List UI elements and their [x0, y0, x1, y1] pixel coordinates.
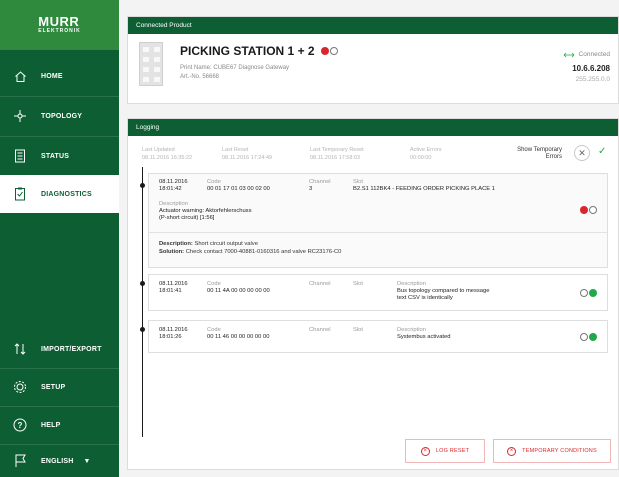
nav-label-topology: TOPOLOGY [41, 112, 83, 120]
entry-code: 00 01 17 01 03 00 02 00 [207, 186, 270, 192]
nav-label-diagnostics: DIAGNOSTICS [41, 190, 92, 198]
status-icon [13, 149, 27, 163]
main-content: Connected Product PICKING STATION 1 + 2 … [119, 0, 619, 477]
product-status-led [321, 47, 338, 55]
channel-label: Channel [309, 281, 331, 287]
subnet-mask: 255.255.0.0 [575, 76, 610, 83]
check-icon[interactable]: ✓ [598, 146, 606, 157]
timeline-dot [140, 183, 145, 188]
ok-status-led [580, 333, 597, 341]
language-label: ENGLISH [41, 457, 74, 465]
home-icon [13, 69, 27, 83]
entry-time: 18:01:26 [159, 334, 182, 340]
panel-header: Connected Product [128, 17, 618, 34]
log-entry[interactable]: 08.11.2016 18:01:41 Code 00 11 4A 00 00 … [148, 274, 608, 311]
help-icon: ? [13, 418, 27, 432]
import-export-icon [13, 342, 27, 356]
brand-logo: MURR ELEKTRONIK [0, 0, 119, 50]
gear-icon [13, 380, 27, 394]
entry-channel: 3 [309, 186, 313, 192]
stat-last-temporary-reset: Last Temporary Reset 08.11.2016 17:58:03 [310, 147, 364, 161]
timeline-dot [140, 327, 145, 332]
diagnostics-icon [13, 187, 27, 201]
nav-item-setup[interactable]: SETUP [0, 368, 119, 406]
stat-active-errors: Active Errors 00:00:00 [410, 147, 442, 161]
nav-item-status[interactable]: STATUS [0, 137, 119, 175]
svg-text:?: ? [17, 421, 22, 430]
ok-status-led [580, 289, 597, 297]
brand-name: MURR [38, 14, 80, 29]
entry-time: 18:01:42 [159, 186, 182, 192]
entry-date: 08.11.2016 [159, 281, 188, 287]
description-label: Description [397, 281, 426, 287]
slot-label: Slot [353, 281, 363, 287]
slot-label: Slot [353, 179, 363, 185]
connection-status: Connected [563, 51, 610, 58]
channel-label: Channel [309, 179, 331, 185]
nav-item-home[interactable]: HOME [0, 57, 119, 95]
close-circle-icon: × [420, 446, 430, 456]
error-status-led [580, 206, 597, 214]
channel-label: Channel [309, 327, 331, 333]
entry-description: Bus topology compared to message [397, 288, 490, 294]
nav-label-home: HOME [41, 72, 63, 80]
nav-label-status: STATUS [41, 152, 70, 160]
nav-item-import-export[interactable]: IMPORT/EXPORT [0, 330, 119, 368]
show-temporary-errors-label: Show Temporary Errors [517, 147, 562, 160]
article-number: Art.-No. 56668 [180, 74, 220, 80]
brand-subname: ELEKTRONIK [38, 28, 81, 34]
detail-solution: Solution: Check contact 7000-40881-01603… [159, 249, 342, 255]
topology-icon [13, 109, 27, 123]
code-label: Code [207, 281, 221, 287]
close-circle-icon: × [507, 446, 517, 456]
close-icon[interactable]: ✕ [574, 145, 590, 161]
temporary-conditions-label: TEMPORARY CONDITIONS [522, 448, 597, 454]
description-label: Description [159, 201, 188, 207]
entry-date: 08.11.2016 [159, 327, 188, 333]
stat-last-reset: Last Reset 08.11.2016 17:24:49 [222, 147, 273, 161]
log-entry[interactable]: 08.11.2016 18:01:42 Code 00 01 17 01 03 … [148, 173, 608, 268]
timeline-line [142, 167, 143, 437]
description-label: Description [397, 327, 426, 333]
entry-description: Systembus activated [397, 334, 451, 340]
code-label: Code [207, 327, 221, 333]
stat-last-updated: Last Updated 08.11.2016 16:35:22 [142, 147, 193, 161]
nav-item-diagnostics[interactable]: DIAGNOSTICS [0, 175, 119, 213]
nav-label-help: HELP [41, 421, 61, 429]
entry-code: 00 11 46 00 00 00 00 00 [207, 334, 270, 340]
entry-slot: B2.S1 112BK4 - FEEDING ORDER PICKING PLA… [353, 186, 495, 192]
ip-address: 10.6.6.208 [572, 64, 610, 73]
detail-description: Description: Short circuit output valve [159, 241, 258, 247]
panel-header: Logging [128, 119, 618, 136]
nav-item-topology[interactable]: TOPOLOGY [0, 97, 119, 135]
logging-panel: Logging Last Updated 08.11.2016 16:35:22 … [127, 118, 619, 470]
entry-description: Actuator warning: Aktorfehlerschuss [159, 208, 252, 214]
entry-time: 18:01:41 [159, 288, 182, 294]
sidebar: MURR ELEKTRONIK HOME TOPOLOGY STATUS DIA… [0, 0, 119, 477]
entry-code: 00 11 4A 00 00 00 00 00 [207, 288, 270, 294]
language-selector[interactable]: ENGLISH ▼ [0, 445, 119, 477]
connection-label: Connected [578, 51, 610, 58]
product-title: PICKING STATION 1 + 2 [180, 44, 315, 58]
nav-item-help[interactable]: ? HELP [0, 406, 119, 444]
entry-description-2: (P-short circuit) [1:56] [159, 215, 215, 221]
device-image [139, 42, 163, 86]
connected-product-panel: Connected Product PICKING STATION 1 + 2 … [127, 16, 619, 104]
entry-date: 08.11.2016 [159, 179, 188, 185]
nav-label-setup: SETUP [41, 383, 66, 391]
timeline-dot [140, 281, 145, 286]
log-entry[interactable]: 08.11.2016 18:01:26 Code 00 11 46 00 00 … [148, 320, 608, 353]
entry-description-2: text CSV is identically [397, 295, 453, 301]
temporary-conditions-button[interactable]: × TEMPORARY CONDITIONS [493, 439, 611, 463]
slot-label: Slot [353, 327, 363, 333]
log-reset-label: LOG RESET [435, 448, 470, 454]
chevron-down-icon: ▼ [83, 457, 91, 465]
nav-label-import-export: IMPORT/EXPORT [41, 345, 102, 353]
link-icon [563, 52, 574, 57]
flag-icon [13, 454, 27, 468]
print-name: Print Name: CUBE67 Diagnose Gateway [180, 65, 290, 71]
log-reset-button[interactable]: × LOG RESET [405, 439, 485, 463]
code-label: Code [207, 179, 221, 185]
